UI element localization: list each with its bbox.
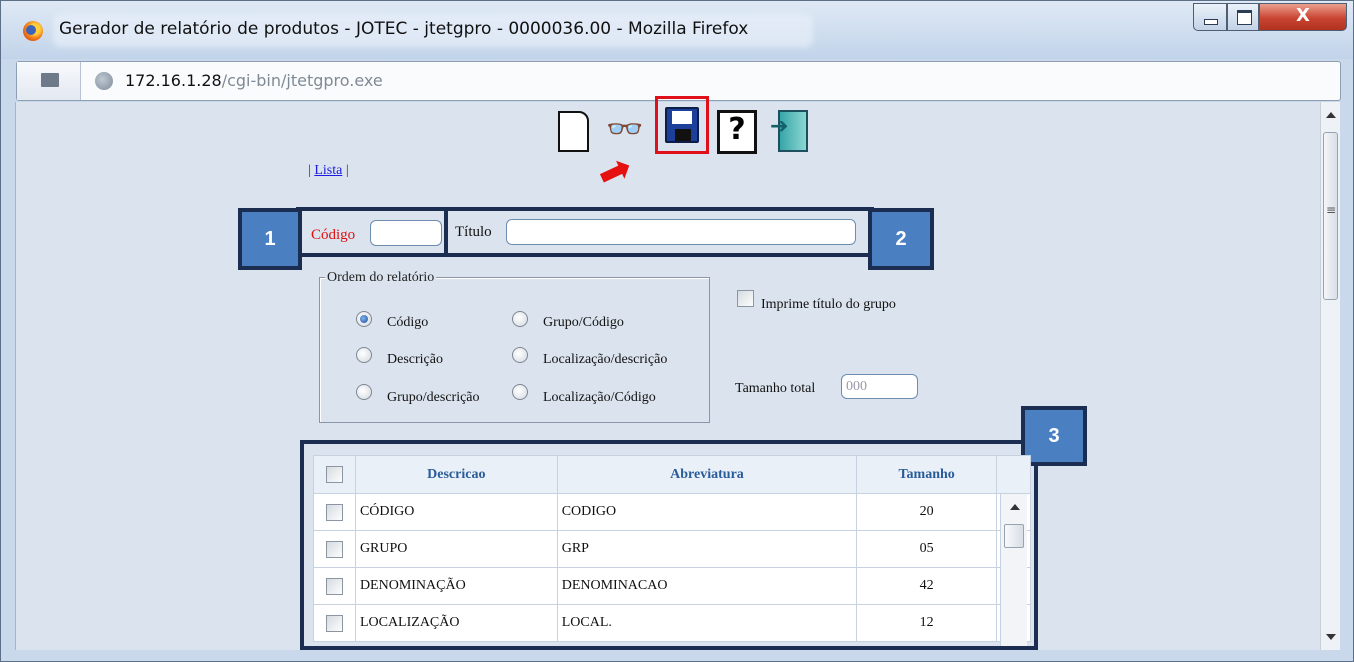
help-icon[interactable] <box>715 108 757 154</box>
header-spacer <box>996 455 1031 494</box>
window-bottom-frame <box>15 650 1340 660</box>
row-checkbox[interactable] <box>325 540 343 558</box>
cell-tamanho: 42 <box>856 567 998 605</box>
fields-table: Descricao Abreviatura Tamanho CÓDIGO COD… <box>313 455 1031 642</box>
header-abreviatura: Abreviatura <box>556 455 858 494</box>
radio-localizacao-codigo[interactable] <box>512 384 528 400</box>
tamanho-label: Tamanho total <box>735 381 816 396</box>
url-path: /cgi-bin/jtetgpro.exe <box>221 71 383 90</box>
cell-abreviatura: CODIGO <box>556 493 858 531</box>
url-text[interactable]: 172.16.1.28/cgi-bin/jtetgpro.exe <box>125 71 383 90</box>
table-scroll-thumb[interactable] <box>1004 524 1024 548</box>
nav-prefix: | <box>308 163 311 178</box>
cell-tamanho: 20 <box>856 493 998 531</box>
codigo-input[interactable] <box>370 220 442 246</box>
tab-list-icon[interactable] <box>17 62 81 100</box>
cell-descricao: CÓDIGO <box>354 493 558 531</box>
radio-label-codigo: Código <box>387 315 429 330</box>
titulo-input[interactable] <box>506 219 856 245</box>
radio-label-descricao: Descrição <box>387 352 443 367</box>
address-bar[interactable]: 172.16.1.28/cgi-bin/jtetgpro.exe <box>16 61 1341 101</box>
row-checkbox-cell <box>313 567 356 605</box>
select-all-cell <box>313 455 356 494</box>
nav-links: | Lista | <box>308 163 349 179</box>
lista-link[interactable]: Lista <box>314 163 342 178</box>
radio-codigo[interactable] <box>356 311 372 327</box>
imprime-checkbox[interactable] <box>737 290 754 307</box>
cell-descricao: LOCALIZAÇÃO <box>354 604 558 642</box>
new-document-icon[interactable] <box>555 108 595 152</box>
radio-label-localizacao-descricao: Localização/descrição <box>543 352 668 367</box>
select-all-checkbox[interactable] <box>325 466 343 483</box>
titulo-label: Título <box>455 224 492 240</box>
cell-abreviatura: GRP <box>556 530 858 568</box>
scroll-down-icon[interactable] <box>1326 634 1336 640</box>
globe-icon <box>95 72 113 90</box>
row-checkbox-cell <box>313 604 356 642</box>
cell-abreviatura: DENOMINACAO <box>556 567 858 605</box>
cell-tamanho: 12 <box>856 604 998 642</box>
title-bar: Gerador de relatório de produtos - JOTEC… <box>1 1 1353 59</box>
url-host: 172.16.1.28 <box>125 71 222 90</box>
row-checkbox-cell <box>313 530 356 568</box>
radio-localizacao-descricao[interactable] <box>512 347 528 363</box>
cell-tamanho: 05 <box>856 530 998 568</box>
cell-descricao: GRUPO <box>354 530 558 568</box>
radio-label-localizacao-codigo: Localização/Código <box>543 390 656 405</box>
table-scroll-up-icon[interactable] <box>1010 504 1020 510</box>
save-disk-shape <box>665 107 699 143</box>
row-checkbox[interactable] <box>325 577 343 595</box>
exit-door-icon[interactable] <box>770 108 810 152</box>
tamanho-input[interactable]: 000 <box>841 374 918 399</box>
header-tamanho: Tamanho <box>856 455 998 494</box>
codigo-label: Código <box>311 227 356 243</box>
step-badge-2: 2 <box>868 208 934 270</box>
row-checkbox-cell <box>313 493 356 531</box>
cell-descricao: DENOMINAÇÃO <box>354 567 558 605</box>
close-button[interactable]: X <box>1259 3 1347 31</box>
scroll-up-icon[interactable] <box>1326 112 1336 118</box>
table-row[interactable]: LOCALIZAÇÃO LOCAL. 12 <box>313 604 1031 642</box>
radio-grupo-descricao[interactable] <box>356 384 372 400</box>
radio-grupo-codigo[interactable] <box>512 311 528 327</box>
row-checkbox[interactable] <box>325 503 343 521</box>
nav-suffix: | <box>345 163 349 178</box>
firefox-icon <box>23 21 43 41</box>
row-checkbox[interactable] <box>325 614 343 632</box>
table-row[interactable]: DENOMINAÇÃO DENOMINACAO 42 <box>313 567 1031 605</box>
table-scrollbar[interactable] <box>1000 494 1027 646</box>
radio-label-grupo-codigo: Grupo/Código <box>543 315 624 330</box>
table-row[interactable]: GRUPO GRP 05 <box>313 530 1031 568</box>
radio-descricao[interactable] <box>356 347 372 363</box>
step-badge-1: 1 <box>238 208 302 270</box>
floppy-disk-icon[interactable] <box>655 96 709 154</box>
minimize-button[interactable] <box>1193 3 1227 31</box>
table-header-row: Descricao Abreviatura Tamanho <box>313 455 1031 494</box>
cell-abreviatura: LOCAL. <box>556 604 858 642</box>
header-descricao: Descricao <box>354 455 558 494</box>
page-scrollbar[interactable] <box>1320 102 1340 650</box>
radio-label-grupo-descricao: Grupo/descrição <box>387 390 480 405</box>
table-row[interactable]: CÓDIGO CODIGO 20 <box>313 493 1031 531</box>
scroll-thumb[interactable] <box>1323 132 1338 300</box>
imprime-label: Imprime título do grupo <box>761 297 896 312</box>
ordem-legend: Ordem do relatório <box>325 270 437 286</box>
window-title: Gerador de relatório de produtos - JOTEC… <box>59 19 749 39</box>
maximize-button[interactable] <box>1227 3 1259 31</box>
